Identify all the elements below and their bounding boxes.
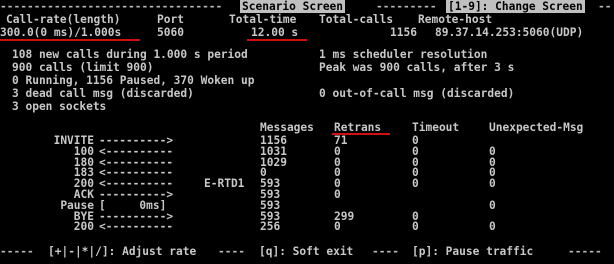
scenario-header-bar: --------------------------------- Scenar…	[0, 0, 612, 13]
unexpected-column-header: Unexpected-Msg	[489, 121, 584, 134]
row-unexpected: 0	[489, 220, 496, 234]
running-stat: 0 Running, 1156 Paused, 370 Woken up	[12, 74, 255, 87]
stats-row-4: 3 dead call msg (discarded) 0 out-of-cal…	[0, 87, 614, 100]
terminal-window: --------------------------------- Scenar…	[0, 0, 614, 264]
calls-limit-stat: 900 calls (limit 900)	[12, 61, 154, 74]
remote-host-value: 89.37.14.253:5060(UDP)	[435, 26, 584, 39]
call-rate-underline	[0, 39, 140, 41]
port-value: 5060	[157, 26, 184, 39]
message-table-header: Messages Retrans Timeout Unexpected-Msg	[0, 121, 614, 134]
remote-host-label: Remote-host	[418, 13, 493, 26]
total-time-label: Total-time	[229, 13, 297, 26]
pause-traffic-hint: [p]: Pause traffic	[412, 245, 534, 258]
row-label: 200	[73, 220, 94, 234]
peak-stat: Peak was 900 calls, after 3 s	[319, 61, 515, 74]
port-label: Port	[157, 13, 184, 26]
summary-values-row: 300.0(0 ms)/1.000s 5060 12.00 s 1156 89.…	[0, 26, 614, 39]
change-screen-hint: [1-9]: Change Screen	[446, 0, 585, 13]
row-timeout: 0	[412, 220, 419, 234]
total-time-underline	[247, 39, 307, 41]
total-time-value: 12.00 s	[251, 26, 299, 39]
call-rate-value: 300.0(0 ms)/1.000s	[0, 26, 122, 39]
total-calls-value: 1156	[390, 26, 417, 39]
total-calls-label: Total-calls	[319, 13, 394, 26]
row-messages: 256	[260, 220, 281, 234]
soft-exit-hint: [q]: Soft exit	[259, 245, 354, 258]
stats-row-3: 0 Running, 1156 Paused, 370 Woken up	[0, 74, 614, 87]
row-retrans: 0	[334, 220, 341, 234]
timeout-column-header: Timeout	[412, 121, 460, 134]
screen-title: Scenario Screen	[240, 0, 346, 13]
new-calls-stat: 108 new calls during 1.000 s period	[12, 48, 248, 61]
summary-header-row: Call-rate(length) Port Total-time Total-…	[0, 13, 614, 26]
table-row: 200 <---------- 256 0 0 0	[0, 220, 614, 233]
stats-row-1: 108 new calls during 1.000 s period 1 ms…	[0, 48, 614, 61]
dead-call-stat: 3 dead call msg (discarded)	[12, 87, 194, 100]
adjust-rate-hint: [+|-|*|/]: Adjust rate	[48, 245, 197, 258]
stats-row-2: 900 calls (limit 900) Peak was 900 calls…	[0, 61, 614, 74]
out-of-call-stat: 0 out-of-call msg (discarded)	[319, 87, 515, 100]
row-arrow: <----------	[99, 220, 174, 234]
scheduler-stat: 1 ms scheduler resolution	[319, 48, 488, 61]
messages-column-header: Messages	[260, 121, 314, 134]
call-rate-label: Call-rate(length)	[6, 13, 121, 26]
stats-row-5: 3 open sockets	[0, 100, 614, 113]
open-sockets-stat: 3 open sockets	[12, 100, 107, 113]
footer-keys: ----- [+|-|*|/]: Adjust rate ---- [q]: S…	[0, 245, 602, 258]
